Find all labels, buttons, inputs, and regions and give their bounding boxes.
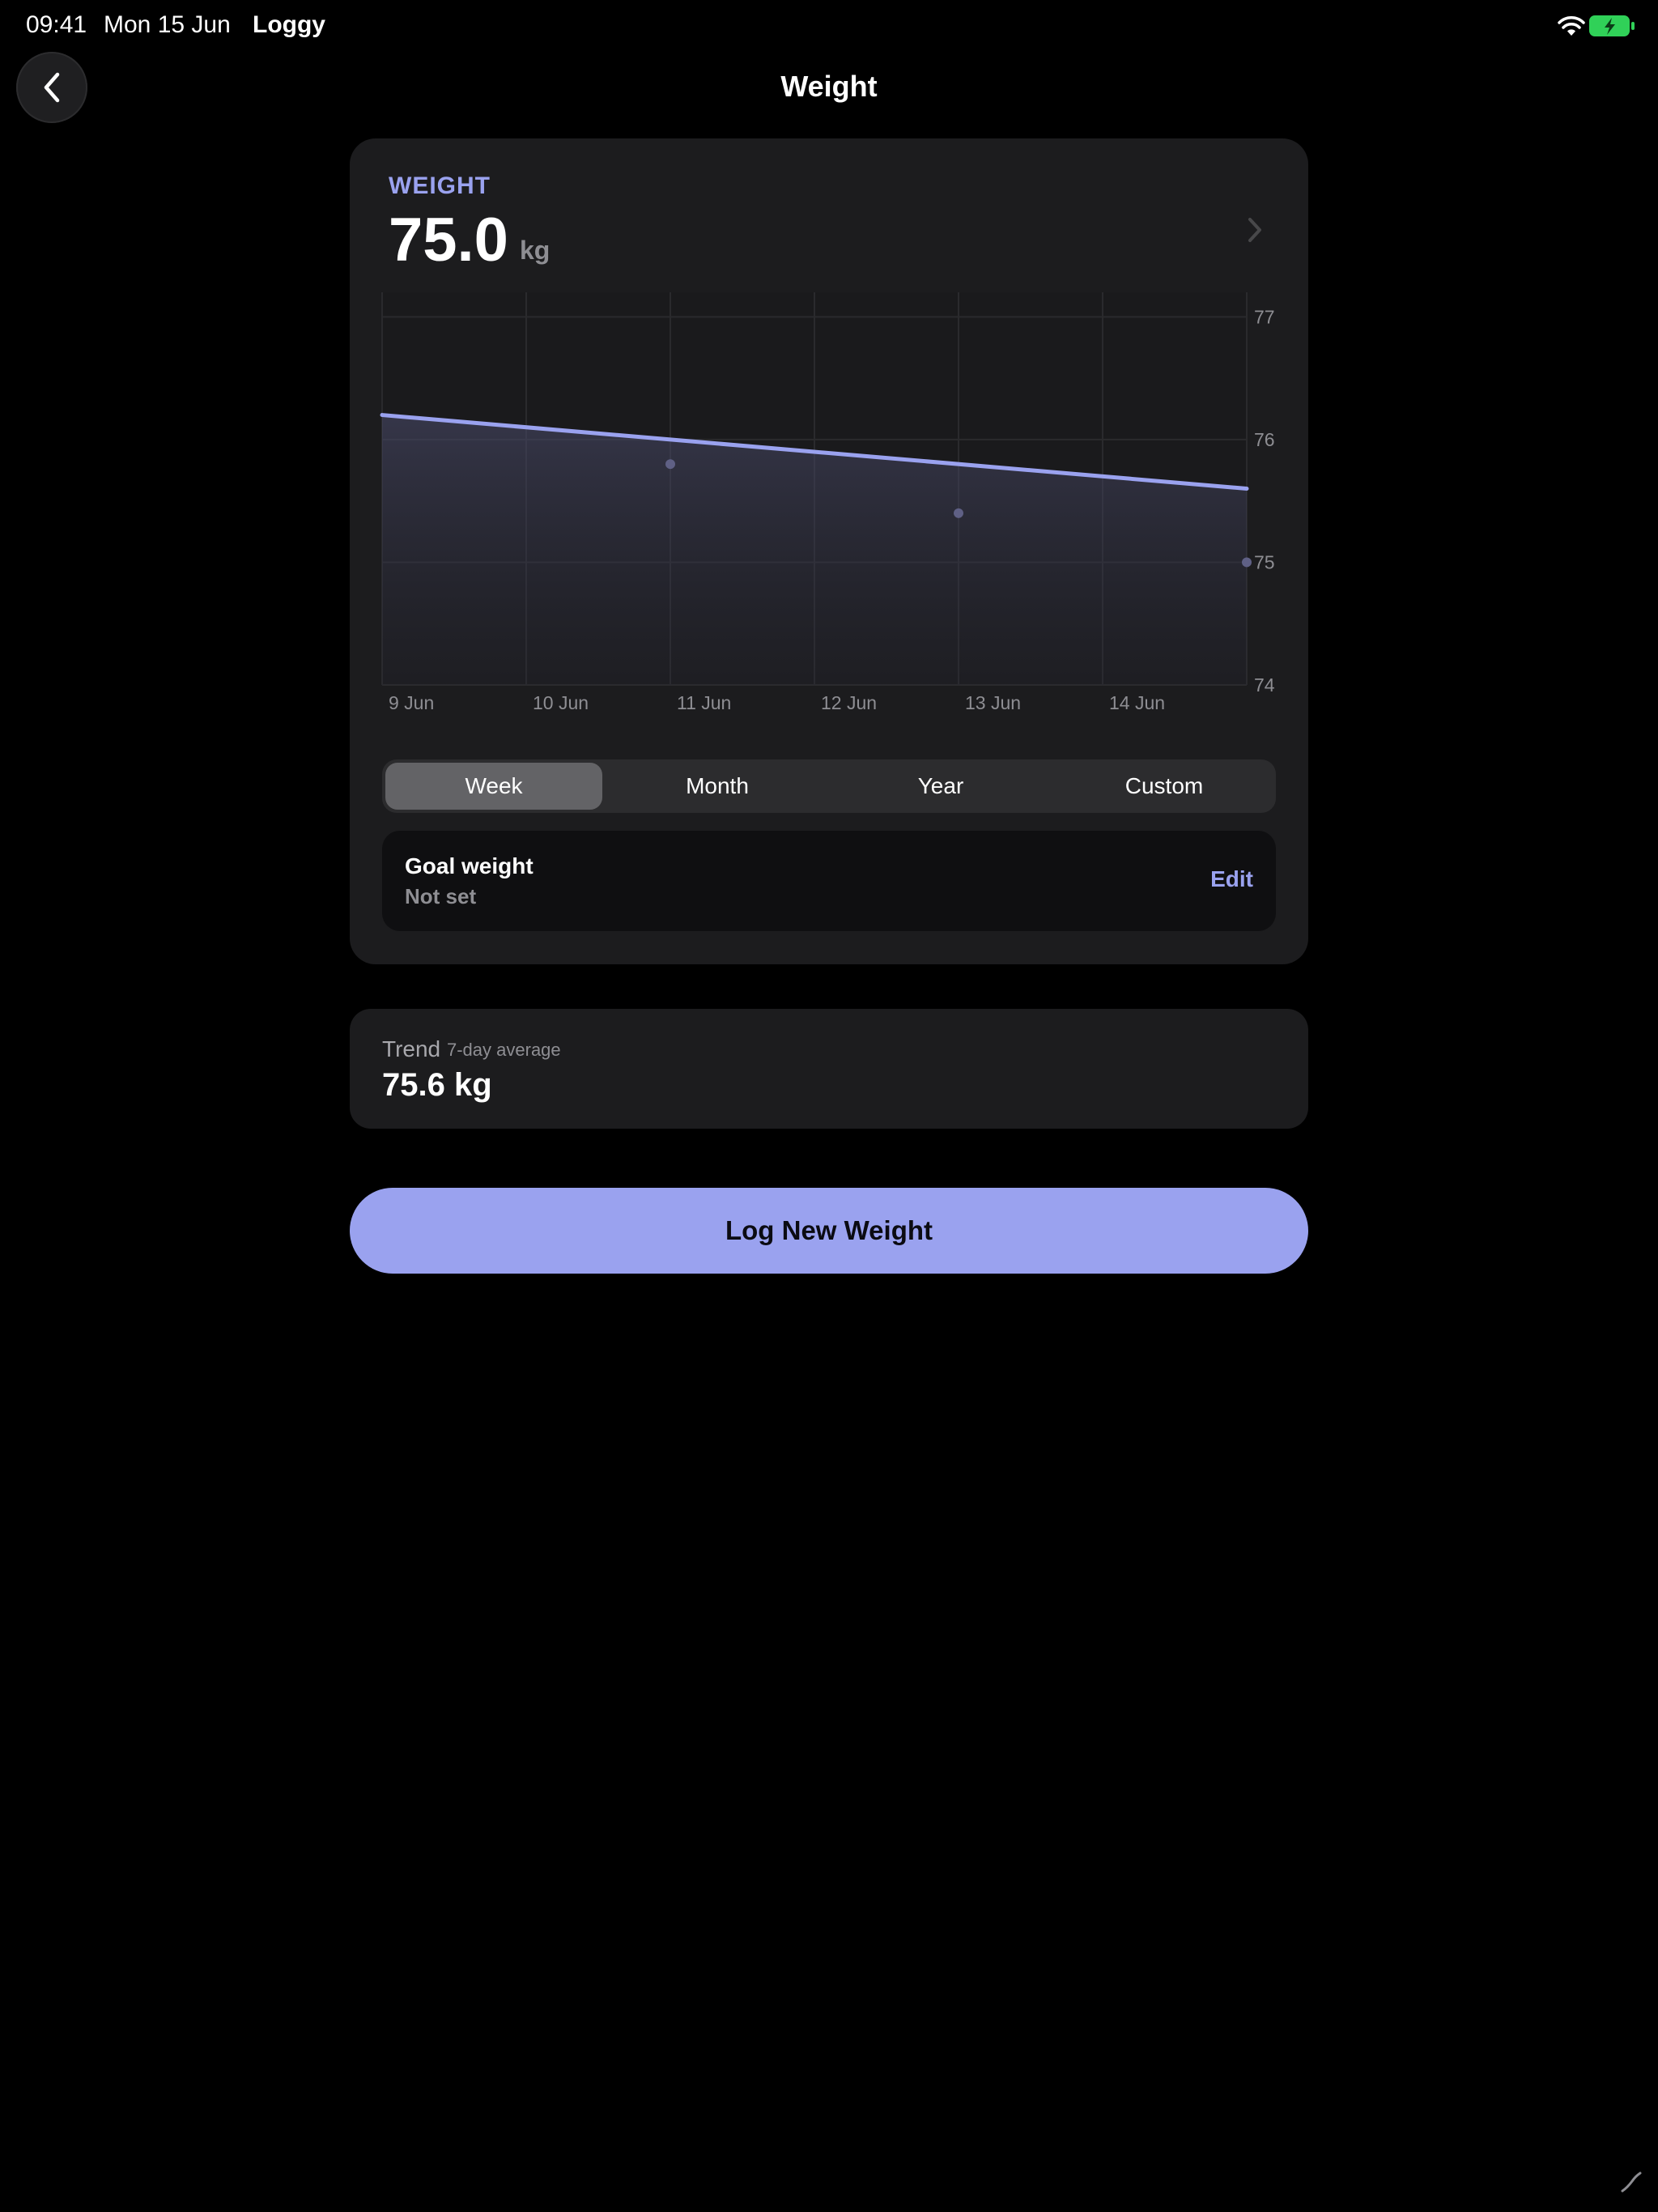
y-tick-label: 74 (1254, 674, 1275, 696)
log-new-weight-button[interactable]: Log New Weight (350, 1188, 1308, 1274)
weight-card: WEIGHT 75.0 kg 9 Jun 10 Jun 11 Jun 12 Jun 13… (350, 138, 1308, 964)
trend-card: Trend 7-day average 75.6 kg (350, 1009, 1308, 1129)
status-time: 09:41 (26, 11, 87, 38)
goal-weight-value: Not set (405, 884, 477, 908)
y-tick-label: 76 (1254, 429, 1275, 450)
trend-value: 75.6 kg (382, 1067, 492, 1103)
status-app-name: Loggy (253, 11, 325, 38)
trend-sublabel: 7-day average (447, 1040, 561, 1060)
y-tick-label: 77 (1254, 306, 1275, 327)
segment-year[interactable]: Year (832, 763, 1049, 810)
x-tick-label: 14 Jun (1109, 692, 1165, 713)
page-title: Weight (780, 70, 878, 103)
trend-label: Trend (382, 1036, 441, 1061)
x-tick-label: 9 Jun (389, 692, 434, 713)
x-tick-label: 13 Jun (965, 692, 1021, 713)
goal-edit-button[interactable]: Edit (1210, 866, 1253, 892)
y-tick-label: 75 (1254, 551, 1275, 572)
weight-chart: 9 Jun 10 Jun 11 Jun 12 Jun 13 Jun 14 Jun 77 76… (380, 292, 1275, 713)
status-date: Mon 15 Jun (104, 11, 231, 38)
segment-custom[interactable]: Custom (1056, 763, 1273, 810)
x-tick-label: 11 Jun (677, 692, 731, 713)
segment-week[interactable]: Week (385, 763, 602, 810)
goal-weight-title: Goal weight (405, 853, 534, 878)
wifi-icon (1558, 16, 1585, 36)
data-point (665, 459, 675, 470)
data-point (1242, 557, 1252, 568)
goal-weight-row: Goal weight Not set Edit (382, 831, 1276, 931)
segment-month[interactable]: Month (609, 763, 826, 810)
range-segmented-control: Week Month Year Custom (382, 759, 1276, 813)
battery-charging-icon (1589, 15, 1635, 36)
x-tick-label: 12 Jun (821, 692, 877, 713)
x-tick-label: 10 Jun (533, 692, 589, 713)
data-point (954, 508, 963, 518)
scribble-icon (1621, 2172, 1642, 2193)
